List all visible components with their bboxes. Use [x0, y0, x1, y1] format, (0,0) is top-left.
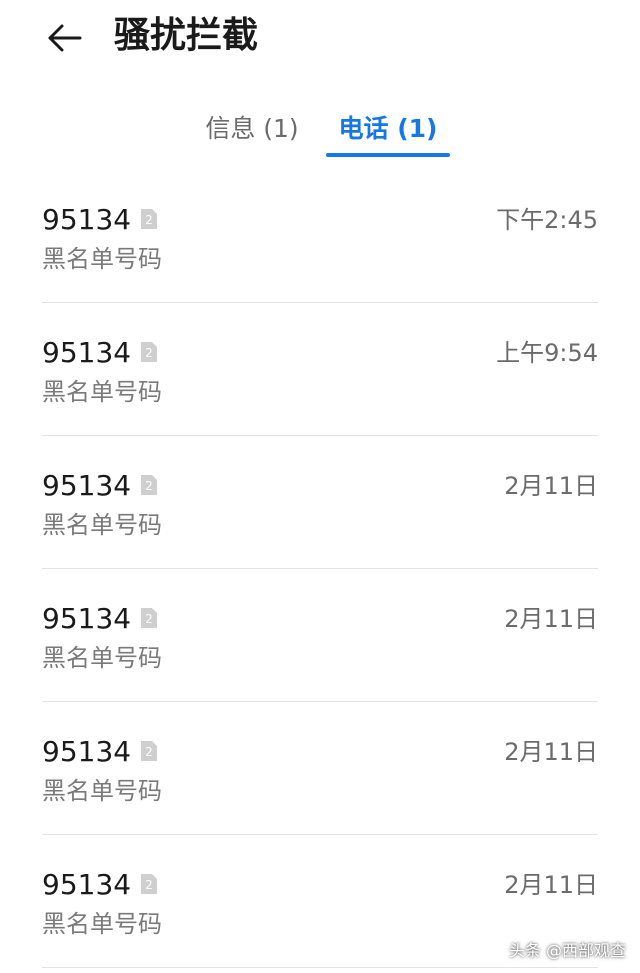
sim-slot-number: 2 [145, 612, 153, 626]
call-time: 2月11日 [504, 871, 598, 899]
tab-calls[interactable]: 电话 (1) [326, 104, 450, 156]
call-label: 黑名单号码 [42, 910, 162, 938]
call-label: 黑名单号码 [42, 511, 162, 539]
phone-number: 95134 [42, 868, 132, 901]
sim-card-icon: 2 [141, 608, 157, 628]
sim-card-icon: 2 [141, 209, 157, 229]
sim-card-icon: 2 [141, 475, 157, 495]
tab-bar: 信息 (1) 电话 (1) [0, 104, 640, 160]
call-row[interactable]: 95134 2 2月11日 黑名单号码 [0, 436, 640, 569]
call-row[interactable]: 95134 2 下午2:45 黑名单号码 [0, 170, 640, 303]
page-title: 骚扰拦截 [114, 15, 259, 56]
phone-number: 95134 [42, 203, 132, 236]
back-button[interactable] [40, 14, 88, 62]
phone-number: 95134 [42, 602, 132, 635]
arrow-left-icon [48, 24, 82, 52]
call-row[interactable]: 95134 2 上午9:54 黑名单号码 [0, 303, 640, 436]
call-time: 2月11日 [504, 472, 598, 500]
call-label: 黑名单号码 [42, 644, 162, 672]
call-time: 上午9:54 [496, 339, 598, 367]
sim-slot-number: 2 [145, 745, 153, 759]
call-row[interactable]: 95134 2 2月11日 黑名单号码 [0, 569, 640, 702]
call-time: 2月11日 [504, 605, 598, 633]
phone-number: 95134 [42, 735, 132, 768]
sim-slot-number: 2 [145, 213, 153, 227]
sim-card-icon: 2 [141, 342, 157, 362]
app-header: 骚扰拦截 [0, 0, 640, 80]
sim-slot-number: 2 [145, 878, 153, 892]
call-row[interactable]: 95134 2 2月11日 黑名单号码 [0, 702, 640, 835]
tab-messages[interactable]: 信息 (1) [196, 104, 308, 156]
call-label: 黑名单号码 [42, 777, 162, 805]
phone-number: 95134 [42, 336, 132, 369]
blocked-call-list: 95134 2 下午2:45 黑名单号码 95134 2 上午9:54 黑名单号… [0, 170, 640, 968]
active-tab-indicator [326, 153, 450, 157]
sim-card-icon: 2 [141, 874, 157, 894]
phone-number: 95134 [42, 469, 132, 502]
sim-slot-number: 2 [145, 479, 153, 493]
sim-card-icon: 2 [141, 741, 157, 761]
call-label: 黑名单号码 [42, 378, 162, 406]
watermark: 头条 @西部观查 [508, 941, 626, 960]
divider [42, 967, 598, 968]
call-time: 2月11日 [504, 738, 598, 766]
call-time: 下午2:45 [496, 206, 598, 234]
sim-slot-number: 2 [145, 346, 153, 360]
call-label: 黑名单号码 [42, 245, 162, 273]
